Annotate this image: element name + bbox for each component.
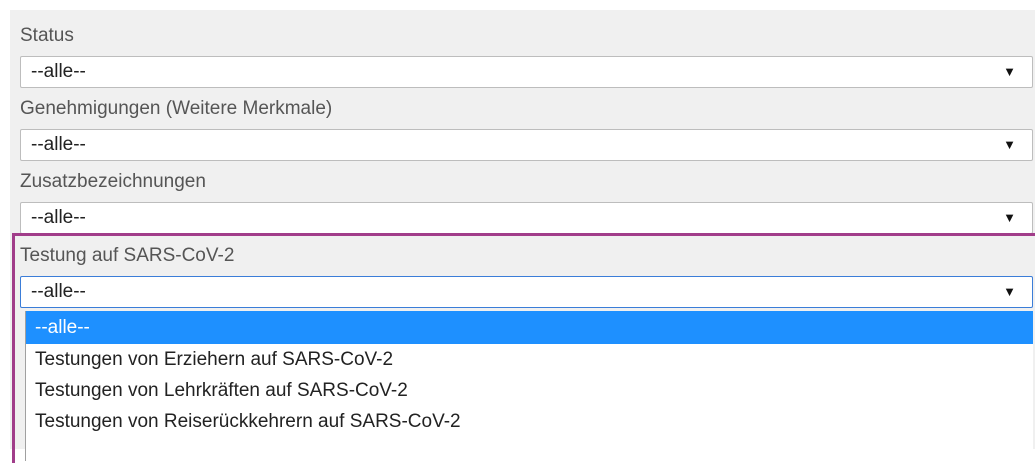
dropdown-option-alle[interactable]: --alle-- — [26, 311, 1033, 344]
genehmigungen-label: Genehmigungen (Weitere Merkmale) — [20, 98, 333, 119]
zusatzbezeichnungen-label: Zusatzbezeichnungen — [20, 171, 206, 192]
status-select-value: --alle-- — [31, 61, 86, 82]
dropdown-option-reiserueckkehrer[interactable]: Testungen von Reiserückkehrern auf SARS-… — [26, 406, 1033, 437]
sars-cov-2-select[interactable]: --alle-- ▼ — [20, 276, 1033, 308]
sars-cov-2-select-value: --alle-- — [31, 281, 86, 302]
zusatzbezeichnungen-select[interactable]: --alle-- ▼ — [20, 202, 1033, 234]
genehmigungen-select[interactable]: --alle-- ▼ — [20, 129, 1033, 161]
zusatzbezeichnungen-select-value: --alle-- — [31, 207, 86, 228]
sars-cov-2-label: Testung auf SARS-CoV-2 — [20, 245, 235, 266]
dropdown-option-lehrkraefte[interactable]: Testungen von Lehrkräften auf SARS-CoV-2 — [26, 375, 1033, 406]
sars-cov-2-dropdown-list: --alle-- Testungen von Erziehern auf SAR… — [25, 311, 1033, 461]
chevron-down-icon: ▼ — [1003, 284, 1016, 299]
status-select[interactable]: --alle-- ▼ — [20, 56, 1033, 88]
status-label: Status — [20, 25, 74, 46]
chevron-down-icon: ▼ — [1003, 210, 1016, 225]
dropdown-option-erzieher[interactable]: Testungen von Erziehern auf SARS-CoV-2 — [26, 344, 1033, 375]
chevron-down-icon: ▼ — [1003, 64, 1016, 79]
genehmigungen-select-value: --alle-- — [31, 134, 86, 155]
chevron-down-icon: ▼ — [1003, 137, 1016, 152]
